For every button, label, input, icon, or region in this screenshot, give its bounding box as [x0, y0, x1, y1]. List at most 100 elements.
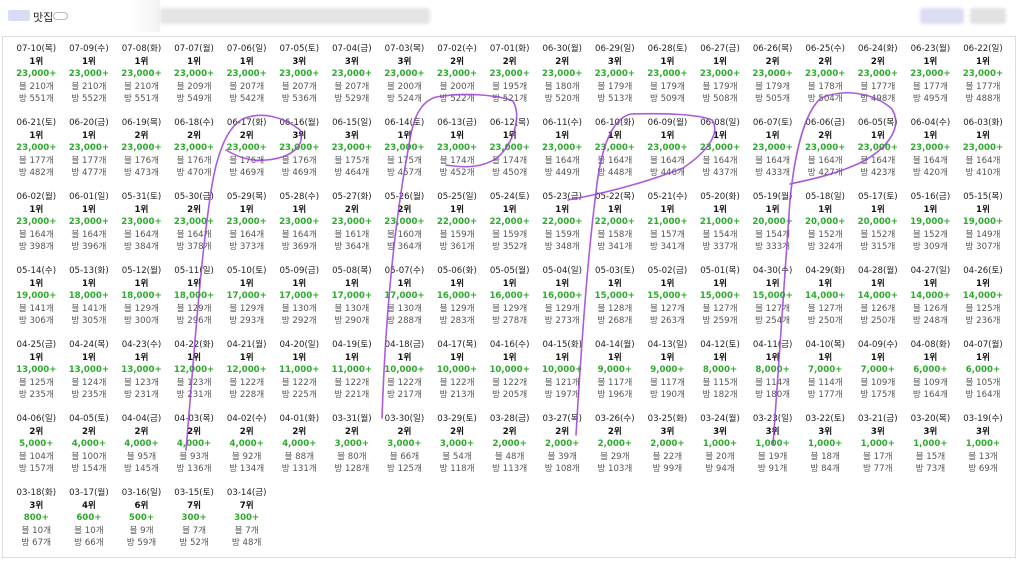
- day-cell: 04-10(목) 1위 7,000+ 블 114개 방 177개: [799, 339, 852, 413]
- day-views: 방 361개: [439, 242, 475, 252]
- day-posts: 블 92개: [231, 451, 262, 462]
- day-date: 06-16(월): [279, 118, 320, 128]
- day-date: 05-17(토): [858, 192, 898, 202]
- day-views: 방 520개: [544, 94, 580, 104]
- day-price: 16,000+: [436, 291, 478, 301]
- top-bar: 맛집: [0, 0, 1024, 32]
- day-cell: 06-12(목) 1위 23,000+ 블 174개 방 450개: [483, 117, 536, 191]
- day-date: 06-06(금): [805, 118, 845, 128]
- day-cell: 06-29(일) 3위 23,000+ 블 179개 방 513개: [589, 43, 642, 117]
- day-posts: 블 29개: [600, 451, 630, 462]
- day-rank: 1위: [29, 204, 44, 215]
- day-views: 방 448개: [597, 168, 633, 178]
- day-posts: 블 164개: [755, 155, 791, 166]
- day-date: 07-04(금): [332, 44, 372, 54]
- day-price: 17,000+: [279, 291, 320, 301]
- day-cell: 04-17(목) 1위 10,000+ 블 122개 방 213개: [431, 339, 484, 413]
- day-date: 03-25(화): [647, 414, 688, 424]
- day-date: 06-13(금): [437, 118, 477, 128]
- day-posts: 블 164개: [229, 229, 265, 240]
- day-price: 23,000+: [699, 143, 741, 153]
- day-posts: 블 125개: [18, 377, 54, 388]
- grid-row: 04-25(금) 1위 13,000+ 블 125개 방 235개 04-24(목) 1위 1…: [10, 339, 1010, 413]
- day-price: 14,000+: [962, 291, 1004, 301]
- day-price: 1,000+: [965, 439, 1001, 449]
- day-cell: 04-02(수) 2위 4,000+ 블 92개 방 134개: [220, 413, 273, 487]
- day-views: 방 288개: [386, 316, 422, 326]
- day-rank: 1위: [870, 130, 885, 141]
- day-price: 15,000+: [594, 291, 636, 301]
- day-price: 3,000+: [387, 439, 422, 449]
- day-views: 방 384개: [124, 242, 159, 252]
- day-cell: 05-09(금) 1위 17,000+ 블 130개 방 292개: [273, 265, 326, 339]
- day-date: 03-29(토): [437, 414, 477, 424]
- day-views: 방 231개: [124, 390, 159, 400]
- blurred-user: [920, 8, 964, 24]
- day-cell: 06-02(월) 1위 23,000+ 블 164개 방 398개: [10, 191, 63, 265]
- day-date: 05-22(목): [595, 192, 635, 202]
- day-date: 06-24(화): [858, 44, 898, 54]
- day-cell: 03-17(월) 4위 600+ 블 10개 방 66개: [63, 487, 116, 561]
- day-date: 05-03(토): [595, 266, 635, 276]
- day-price: 23,000+: [226, 69, 267, 79]
- day-views: 방 309개: [912, 242, 948, 252]
- day-price: 15,000+: [752, 291, 793, 301]
- day-rank: 2위: [134, 426, 149, 437]
- day-date: 05-31(토): [121, 192, 162, 202]
- day-price: 22,000+: [542, 217, 583, 227]
- day-rank: 1위: [187, 56, 202, 67]
- day-cell: 04-30(수) 1위 15,000+ 블 127개 방 254개: [746, 265, 799, 339]
- day-posts: 블 123개: [124, 377, 159, 388]
- day-cell: 04-16(수) 1위 10,000+ 블 122개 방 205개: [483, 339, 536, 413]
- day-rank: 1위: [870, 278, 885, 289]
- day-views: 방 410개: [965, 168, 1001, 178]
- day-rank: 1위: [29, 130, 44, 141]
- day-date: 07-07(월): [174, 44, 214, 54]
- day-views: 방 551개: [124, 94, 159, 104]
- day-cell: 06-01(일) 1위 23,000+ 블 164개 방 396개: [63, 191, 116, 265]
- day-price: 500+: [128, 513, 155, 523]
- day-date: 04-27(일): [910, 266, 951, 276]
- day-cell: 05-04(일) 1위 16,000+ 블 129개 방 273개: [536, 265, 589, 339]
- day-views: 방 250개: [860, 316, 896, 326]
- day-rank: 3위: [344, 130, 359, 141]
- day-date: 04-07(월): [963, 340, 1003, 350]
- day-rank: 2위: [239, 426, 254, 437]
- day-posts: 블 130개: [281, 303, 317, 314]
- day-views: 방 324개: [807, 242, 843, 252]
- day-price: 23,000+: [857, 69, 898, 79]
- day-views: 방 52개: [179, 538, 209, 548]
- day-price: 4,000+: [282, 439, 317, 449]
- day-rank: 2위: [81, 426, 96, 437]
- day-cell: 03-25(화) 3위 2,000+ 블 22개 방 99개: [641, 413, 694, 487]
- day-posts: 블 122개: [281, 377, 317, 388]
- day-rank: 1위: [976, 56, 990, 67]
- day-cell: 06-11(수) 1위 23,000+ 블 164개 방 449개: [536, 117, 589, 191]
- day-date: 06-01(일): [69, 192, 109, 202]
- toggle-icon[interactable]: [53, 12, 68, 20]
- day-views: 방 278개: [492, 316, 528, 326]
- day-posts: 블 164개: [18, 229, 54, 240]
- day-cell: 05-24(토) 1위 22,000+ 블 159개 방 352개: [483, 191, 536, 265]
- day-date: 06-18(수): [174, 118, 214, 128]
- day-date: 04-29(화): [805, 266, 845, 276]
- day-cell: 04-25(금) 1위 13,000+ 블 125개 방 235개: [10, 339, 63, 413]
- day-price: 23,000+: [331, 69, 373, 79]
- day-views: 방 190개: [649, 390, 685, 400]
- day-rank: 1위: [134, 352, 149, 363]
- day-date: 03-28(금): [489, 414, 530, 424]
- day-posts: 블 164개: [176, 229, 212, 240]
- day-posts: 블 149개: [965, 229, 1001, 240]
- day-rank: 2위: [239, 130, 254, 141]
- day-cell: 04-14(월) 1위 9,000+ 블 117개 방 196개: [589, 339, 642, 413]
- day-date: 06-12(목): [489, 118, 530, 128]
- day-date: 05-14(수): [16, 266, 57, 276]
- day-posts: 블 164개: [649, 155, 685, 166]
- day-date: 05-01(목): [700, 266, 740, 276]
- day-rank: 1위: [502, 352, 517, 363]
- day-price: 23,000+: [962, 69, 1004, 79]
- day-rank: 3위: [765, 426, 780, 437]
- day-posts: 블 13개: [968, 451, 998, 462]
- day-views: 방 333개: [755, 242, 791, 252]
- day-rank: 1위: [134, 204, 149, 215]
